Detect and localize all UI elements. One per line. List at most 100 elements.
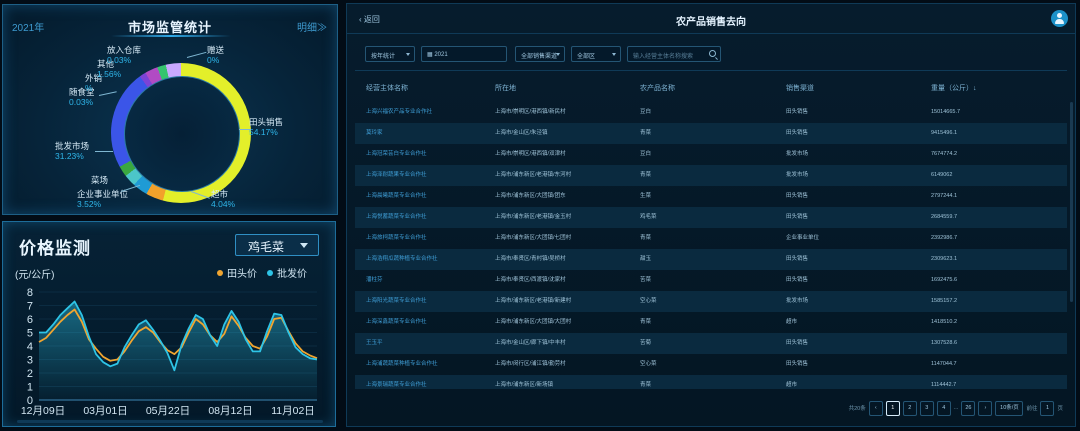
table-row[interactable]: 上海晨曦蔬菜专业合作社 上海市/浦东新区/大团镇/团东 生菜 田头销售 2797244.… [355, 186, 1067, 207]
cell-entity-name[interactable]: 上海泽耐蔬果专业合作社 [366, 165, 427, 186]
district-select[interactable]: 全部区 [571, 46, 621, 62]
slice-name: 赠送 [207, 45, 225, 55]
cell-entity-name[interactable]: 上海景瑞蔬菜专业合作社 [366, 375, 427, 389]
slice-percent: 31.23% [55, 151, 84, 161]
donut-label-wholesale: 批发市场 31.23% [55, 141, 89, 161]
price-monitor-panel: 价格监测 鸡毛菜 (元/公斤) 田头价 批发价 0 1 2 3 4 5 6 7 8 12月09日 0… [2, 221, 336, 427]
table-row[interactable]: 上海深鑫蔬菜专业合作社 上海市/浦东新区/大团镇/大团村 青菜 超市 1418510.2 [355, 312, 1067, 333]
cell-channel: 批发市场 [786, 151, 809, 157]
cell-entity-name[interactable]: 王玉平 [366, 333, 383, 354]
cell-entity-name[interactable]: 上海深鑫蔬菜专业合作社 [366, 312, 427, 333]
sales-destination-title: 农产品销售去向 [676, 17, 746, 28]
cell-weight: 15014665.7 [931, 109, 961, 115]
cell-channel: 超市 [786, 382, 798, 388]
donut-label-supermarket: 超市 4.04% [211, 189, 235, 209]
table-row[interactable]: 上海泽耐蔬果专业合作社 上海市/浦东新区/老港镇/东河村 青菜 批发市场 6149062 [355, 165, 1067, 186]
table-row[interactable]: 上海兴福农产品专业合作社 上海市/崇明区/港西镇/新民村 豆白 田头销售 1501466… [355, 102, 1067, 123]
cell-product: 青菜 [640, 130, 652, 136]
cell-weight: 1307528.6 [931, 340, 957, 346]
cell-channel: 田头销售 [786, 193, 809, 199]
cell-entity-name[interactable]: 上海兴福农产品专业合作社 [366, 102, 432, 123]
statistic-mode-select[interactable]: 按年统计 [365, 46, 415, 62]
cell-weight: 6149062 [931, 172, 953, 178]
cell-weight: 1147044.7 [931, 361, 957, 367]
page-size-select[interactable]: 10条/页 [995, 400, 1024, 416]
cell-entity-name[interactable]: 莫玲家 [366, 123, 383, 144]
cell-entity-name[interactable]: 上海冠荣芸白专业合作社 [366, 144, 427, 165]
column-header[interactable]: 销售渠道 [786, 76, 814, 102]
detail-link[interactable]: 明细≫ [297, 19, 327, 34]
slice-percent: 0.03% [69, 97, 94, 107]
y-tick-label: 6 [27, 314, 33, 326]
leader-line [186, 51, 207, 58]
cell-entity-name[interactable]: 上海浩翔瓜蔬种植专业合作社 [366, 249, 438, 270]
donut-label-warehouse: 放入仓库 0.03% [107, 45, 141, 65]
page-button[interactable]: 1 [885, 400, 900, 416]
x-tick-label: 08月12日 [208, 405, 252, 417]
table-row[interactable]: 上海浩翔瓜蔬种植专业合作社 上海市/奉贤区/青村镇/吴桥村 甜玉 田头销售 230962… [355, 249, 1067, 270]
column-header[interactable]: 农产品名称 [640, 76, 675, 102]
cell-product: 苦菜 [640, 277, 652, 283]
sales-channel-select[interactable]: 全部销售渠道 [515, 46, 565, 62]
user-avatar-icon[interactable] [1051, 10, 1068, 27]
donut-label-field-sales: 田头销售 54.17% [249, 117, 283, 137]
select-value: 全部销售渠道 [521, 54, 558, 60]
table-row[interactable]: 上海浦蔬蔬菜种植专业合作社 上海市/闵行区/浦江镇/勤劳村 空心菜 田头销售 11470… [355, 354, 1067, 375]
cell-weight: 2797244.1 [931, 193, 957, 199]
table-row[interactable]: 莫玲家 上海市/金山区/朱泾镇 青菜 田头销售 9415496.1 [355, 123, 1067, 144]
next-page-button[interactable]: › [978, 400, 993, 416]
cell-location: 上海市/浦东新区/老港镇/东河村 [495, 172, 572, 178]
sales-destination-panel: ‹ 返回 农产品销售去向 按年统计 ▦ 2021 全部销售渠道 全部区 输入经营… [346, 3, 1076, 427]
cell-weight: 1114442.7 [931, 382, 957, 388]
page-suffix: 页 [1057, 406, 1063, 412]
prev-page-button[interactable]: ‹ [868, 400, 883, 416]
sales-channel-donut-chart[interactable] [111, 63, 251, 203]
search-icon [709, 50, 716, 57]
year-picker[interactable]: ▦ 2021 [421, 46, 507, 62]
cell-product: 青菜 [640, 235, 652, 241]
price-line-chart[interactable]: 01234567812月09日 03月01日 05月22日 08月12日 11月02日 [3, 222, 337, 428]
page-button[interactable]: 3 [919, 400, 934, 416]
page-button[interactable]: 4 [936, 400, 951, 416]
table-row[interactable]: 上海冠荣芸白专业合作社 上海市/崇明区/港西镇/双津村 豆白 批发市场 7674774.… [355, 144, 1067, 165]
cell-entity-name[interactable]: 上海阳光蔬菜专业合作社 [366, 291, 427, 312]
cell-product: 豆白 [640, 109, 652, 115]
column-header-weight-sort[interactable]: 重量（公斤）↓ [931, 76, 977, 102]
cell-channel: 田头销售 [786, 277, 809, 283]
cell-product: 生菜 [640, 193, 652, 199]
goto-page-input[interactable]: 1 [1040, 400, 1055, 416]
table-scrollbar[interactable] [1070, 102, 1073, 302]
page-button[interactable]: 26 [961, 400, 976, 416]
cell-channel: 田头销售 [786, 130, 809, 136]
table-row[interactable]: 上海悦蓄蔬菜专业合作社 上海市/浦东新区/老港镇/金玉村 鸡毛菜 田头销售 268455… [355, 207, 1067, 228]
slice-percent: 1.56% [97, 69, 122, 79]
column-header[interactable]: 经营主体名称 [366, 76, 408, 102]
table-row[interactable]: 上海景瑞蔬菜专业合作社 上海市/浦东新区/新场镇 青菜 超市 1114442.7 [355, 375, 1067, 389]
y-tick-label: 2 [27, 368, 33, 380]
page-button[interactable]: 2 [902, 400, 917, 416]
search-input[interactable]: 输入经营主体名称搜索 [627, 46, 721, 62]
table-body: 上海兴福农产品专业合作社 上海市/崇明区/港西镇/新民村 豆白 田头销售 1501466… [355, 102, 1067, 389]
cell-weight: 1585157.2 [931, 298, 957, 304]
y-tick-label: 7 [27, 301, 33, 313]
select-value: 按年统计 [371, 54, 396, 60]
column-header[interactable]: 所在地 [495, 76, 516, 102]
donut-label-market: 菜场 [91, 175, 108, 185]
cell-weight: 2392986.7 [931, 235, 957, 241]
y-tick-label: 1 [27, 382, 33, 394]
panel-header: ‹ 返回 农产品销售去向 [347, 4, 1075, 34]
cell-channel: 田头销售 [786, 256, 809, 262]
cell-entity-name[interactable]: 潘柱芬 [366, 270, 383, 291]
table-row[interactable]: 上海阳光蔬菜专业合作社 上海市/浦东新区/老港镇/新建村 空心菜 批发市场 158515… [355, 291, 1067, 312]
cell-entity-name[interactable]: 上海晨曦蔬菜专业合作社 [366, 186, 427, 207]
cell-entity-name[interactable]: 上海旅柯蔬菜专业合作社 [366, 228, 427, 249]
cell-entity-name[interactable]: 上海悦蓄蔬菜专业合作社 [366, 207, 427, 228]
cell-location: 上海市/崇明区/港西镇/双津村 [495, 151, 566, 157]
cell-entity-name[interactable]: 上海浦蔬蔬菜种植专业合作社 [366, 354, 438, 375]
table-row[interactable]: 上海旅柯蔬菜专业合作社 上海市/浦东新区/大团镇/七团村 青菜 企业事业单位 23929… [355, 228, 1067, 249]
table-row[interactable]: 王玉平 上海市/金山区/廊下镇/中丰村 苦菊 田头销售 1307528.6 [355, 333, 1067, 354]
y-tick-label: 3 [27, 355, 33, 367]
chevron-down-icon [406, 53, 410, 56]
table-row[interactable]: 潘柱芬 上海市/奉贤区/西渡镇/沈家村 苦菜 田头销售 1692475.6 [355, 270, 1067, 291]
leader-line [95, 151, 113, 152]
